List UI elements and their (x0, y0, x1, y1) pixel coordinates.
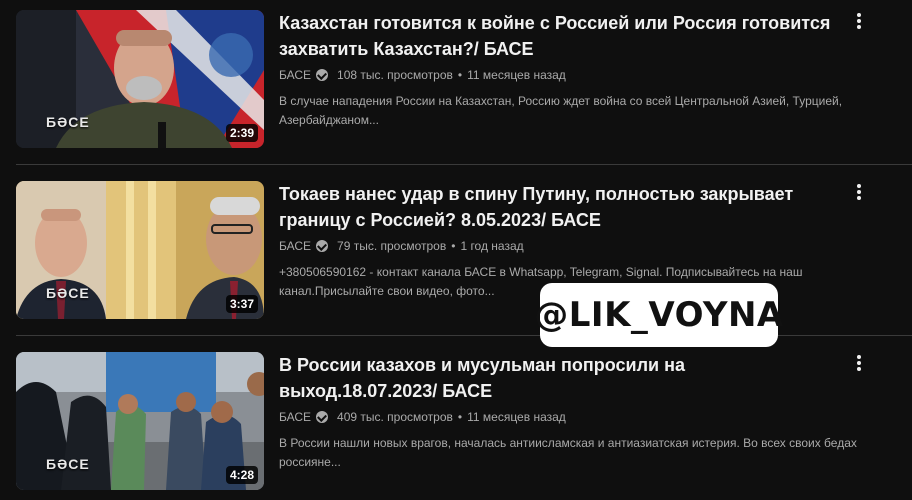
more-options-icon[interactable] (852, 353, 866, 373)
video-meta: БАСЕ 108 тыс. просмотров • 11 месяцев на… (279, 66, 839, 84)
watermark-text: @LIK_VOYNA (534, 295, 784, 335)
thumbnail-brand: БӘСЕ (46, 456, 90, 472)
video-title[interactable]: Токаев нанес удар в спину Путину, полнос… (279, 181, 839, 233)
video-title[interactable]: Казахстан готовится к войне с Россией ил… (279, 10, 839, 62)
meta-separator: • (457, 68, 463, 82)
verified-check-icon (316, 411, 329, 423)
duration-badge: 4:28 (225, 466, 258, 484)
video-thumbnail[interactable]: БӘСЕ 2:39 (16, 10, 264, 148)
meta-separator: • (457, 410, 463, 424)
video-item[interactable]: БӘСЕ 4:28 В России казахов и мусульман п… (0, 350, 912, 490)
more-options-icon[interactable] (852, 182, 866, 202)
channel-name[interactable]: БАСЕ (279, 239, 311, 253)
view-count: 79 тыс. просмотров (337, 239, 447, 253)
video-description: В случае нападения России на Казахстан, … (279, 94, 843, 127)
duration-badge: 3:37 (225, 295, 258, 313)
divider (16, 164, 912, 165)
upload-age: 11 месяцев назад (467, 68, 566, 82)
video-meta: БАСЕ 79 тыс. просмотров • 1 год назад (279, 237, 839, 255)
watermark-overlay: @LIK_VOYNA (534, 283, 783, 347)
channel-name[interactable]: БАСЕ (279, 410, 311, 424)
video-item[interactable]: БӘСЕ 2:39 Казахстан готовится к войне с … (0, 8, 912, 148)
thumbnail-brand: БӘСЕ (46, 285, 90, 301)
more-options-icon[interactable] (852, 11, 866, 31)
upload-age: 1 год назад (460, 239, 524, 253)
verified-check-icon (316, 240, 329, 252)
duration-badge: 2:39 (225, 124, 258, 142)
channel-name[interactable]: БАСЕ (279, 68, 311, 82)
video-title[interactable]: В России казахов и мусульман попросили н… (279, 352, 839, 404)
verified-check-icon (316, 69, 329, 81)
video-description: В России нашли новых врагов, началась ан… (279, 436, 857, 469)
video-thumbnail[interactable]: БӘСЕ 4:28 (16, 352, 264, 490)
view-count: 108 тыс. просмотров (337, 68, 453, 82)
thumbnail-brand: БӘСЕ (46, 114, 90, 130)
video-meta: БАСЕ 409 тыс. просмотров • 11 месяцев на… (279, 408, 839, 426)
view-count: 409 тыс. просмотров (337, 410, 453, 424)
video-thumbnail[interactable]: БӘСЕ 3:37 (16, 181, 264, 319)
upload-age: 11 месяцев назад (467, 410, 566, 424)
meta-separator: • (451, 239, 456, 253)
